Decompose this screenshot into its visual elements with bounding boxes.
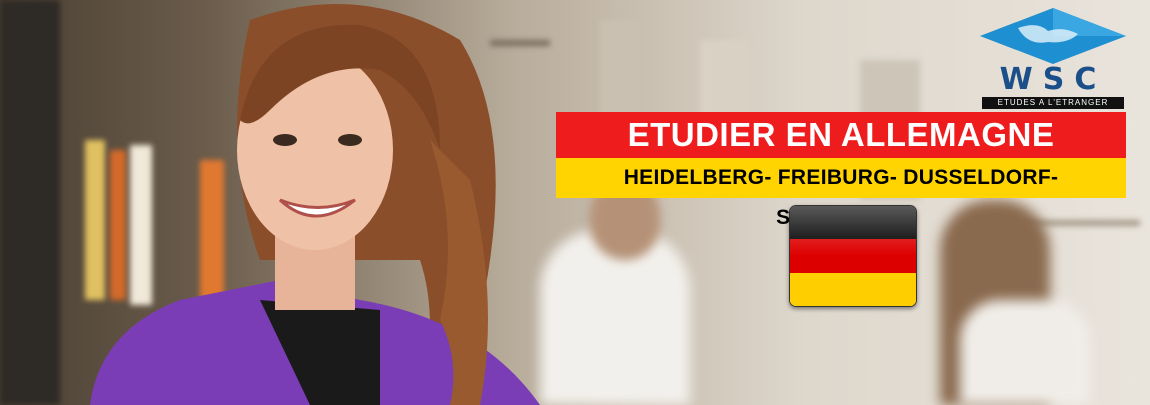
student-photo bbox=[90, 4, 540, 405]
logo-wordmark: WSC bbox=[999, 62, 1107, 97]
germany-flag-icon bbox=[789, 205, 917, 307]
cities-banner: HEIDELBERG- FREIBURG- DUSSELDORF- STUTTG… bbox=[556, 158, 1126, 229]
headline-banner: ETUDIER EN ALLEMAGNE bbox=[556, 112, 1126, 158]
hero-banner: WSC ETUDES A L'ETRANGER ETUDIER EN ALLEM… bbox=[0, 0, 1150, 405]
graduation-cap-globe-icon bbox=[980, 8, 1126, 64]
logo-tagline: ETUDES A L'ETRANGER bbox=[982, 97, 1124, 109]
wsc-logo[interactable]: WSC ETUDES A L'ETRANGER bbox=[978, 6, 1128, 110]
